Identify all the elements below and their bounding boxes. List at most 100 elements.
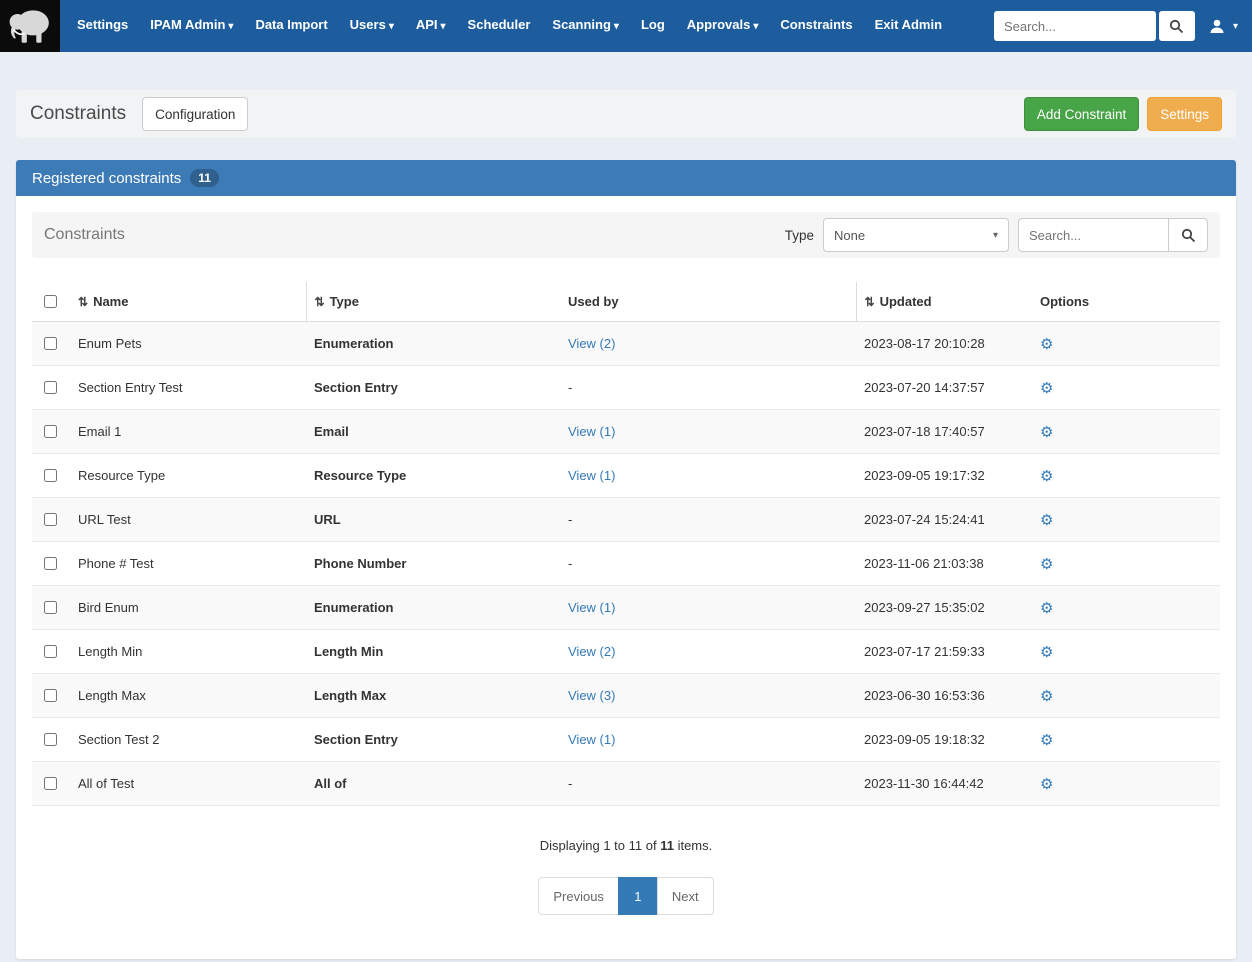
- used-by-link[interactable]: View (1): [568, 468, 615, 483]
- gear-icon[interactable]: ⚙: [1040, 556, 1053, 573]
- constraint-name: Section Test 2: [70, 717, 306, 762]
- pagination-previous[interactable]: Previous: [538, 877, 619, 915]
- constraint-name: All of Test: [70, 761, 306, 806]
- gear-icon[interactable]: ⚙: [1040, 600, 1053, 617]
- constraint-type: Enumeration: [306, 585, 560, 630]
- gear-icon[interactable]: ⚙: [1040, 336, 1053, 353]
- constraint-type: All of: [306, 761, 560, 806]
- nav-item-scheduler[interactable]: Scheduler: [457, 0, 542, 53]
- row-checkbox[interactable]: [44, 513, 57, 526]
- nav-item-ipam-admin[interactable]: IPAM Admin ▾: [139, 0, 244, 53]
- constraint-updated: 2023-07-20 14:37:57: [856, 365, 1032, 410]
- row-checkbox[interactable]: [44, 557, 57, 570]
- nav-item-label: Scheduler: [467, 17, 531, 32]
- constraint-updated: 2023-06-30 16:53:36: [856, 673, 1032, 718]
- search-icon: [1181, 228, 1195, 242]
- row-checkbox[interactable]: [44, 733, 57, 746]
- column-header-name[interactable]: ⇅ Name: [70, 282, 306, 322]
- table-row: Email 1 Email View (1) 2023-07-18 17:40:57 ⚙: [32, 409, 1220, 454]
- nav-item-log[interactable]: Log: [630, 0, 676, 53]
- table-search-input[interactable]: [1018, 218, 1168, 252]
- gear-icon[interactable]: ⚙: [1040, 644, 1053, 661]
- sort-icon: ⇅: [78, 295, 89, 309]
- nav-item-label: Exit Admin: [874, 17, 943, 32]
- row-checkbox[interactable]: [44, 337, 57, 350]
- user-menu[interactable]: ▾: [1209, 18, 1238, 34]
- add-constraint-button[interactable]: Add Constraint: [1023, 97, 1140, 131]
- used-by-link[interactable]: View (1): [568, 732, 615, 747]
- column-header-label: Name: [93, 294, 129, 309]
- gear-icon[interactable]: ⚙: [1040, 380, 1053, 397]
- row-checkbox[interactable]: [44, 689, 57, 702]
- table-row: Length Min Length Min View (2) 2023-07-17 2…: [32, 629, 1220, 674]
- mammoth-logo-icon: [9, 10, 49, 43]
- gear-icon[interactable]: ⚙: [1040, 776, 1053, 793]
- used-by-empty: -: [568, 380, 573, 395]
- used-by-link[interactable]: View (1): [568, 600, 615, 615]
- used-by-link[interactable]: View (2): [568, 336, 615, 351]
- configuration-button[interactable]: Configuration: [142, 97, 249, 131]
- used-by-link[interactable]: View (2): [568, 644, 615, 659]
- gear-icon[interactable]: ⚙: [1040, 732, 1053, 749]
- summary-suffix: items.: [673, 838, 713, 853]
- pagination-page-1[interactable]: 1: [617, 877, 658, 915]
- navbar-right: ▾: [993, 11, 1238, 41]
- nav-item-approvals[interactable]: Approvals ▾: [676, 0, 770, 53]
- row-checkbox[interactable]: [44, 601, 57, 614]
- panel-title: Registered constraints: [32, 169, 182, 187]
- constraint-updated: 2023-09-27 15:35:02: [856, 585, 1032, 630]
- row-checkbox[interactable]: [44, 777, 57, 790]
- panel-body: Constraints Type None ▾ Search... ⇅ Name…: [16, 196, 1236, 959]
- column-header-options: Options: [1032, 282, 1220, 322]
- column-header-updated[interactable]: ⇅ Updated: [855, 282, 1032, 322]
- nav-item-label: Data Import: [255, 17, 328, 32]
- pagination-next[interactable]: Next: [656, 877, 714, 915]
- used-by-link[interactable]: View (3): [568, 688, 615, 703]
- pagination: Previous 1 Next: [32, 877, 1220, 915]
- nav-item-data-import[interactable]: Data Import: [244, 0, 338, 53]
- gear-icon[interactable]: ⚙: [1040, 688, 1053, 705]
- select-all-checkbox[interactable]: [44, 295, 57, 308]
- user-icon: [1210, 19, 1224, 33]
- gear-icon[interactable]: ⚙: [1040, 512, 1053, 529]
- type-label: Type: [784, 227, 814, 243]
- nav-item-label: Approvals: [686, 17, 751, 32]
- table-row: Resource Type Resource Type View (1) 2023-0…: [32, 453, 1220, 498]
- constraint-type: Length Max: [306, 673, 560, 718]
- row-checkbox[interactable]: [44, 425, 57, 438]
- chevron-down-icon: ▾: [228, 21, 234, 32]
- nav-item-constraints[interactable]: Constraints: [769, 0, 863, 53]
- table-row: URL Test URL - 2023-07-24 15:24:41 ⚙: [32, 497, 1220, 542]
- gear-icon[interactable]: ⚙: [1040, 424, 1053, 441]
- nav-item-settings[interactable]: Settings: [66, 0, 139, 53]
- navbar-search-button[interactable]: [1158, 11, 1195, 41]
- row-checkbox[interactable]: [44, 645, 57, 658]
- nav-item-exit-admin[interactable]: Exit Admin: [864, 0, 953, 53]
- type-select[interactable]: None ▾: [823, 218, 1009, 252]
- filter-title: Constraints: [44, 226, 125, 243]
- used-by-link[interactable]: View (1): [568, 424, 615, 439]
- constraint-name: Length Min: [70, 629, 306, 674]
- constraint-name: Phone # Test: [70, 541, 306, 586]
- panel-heading: Registered constraints 11: [16, 160, 1236, 196]
- table-row: Length Max Length Max View (3) 2023-06-30 1…: [32, 673, 1220, 718]
- table-search-button[interactable]: [1168, 218, 1208, 252]
- nav-item-label: API: [415, 17, 438, 32]
- row-checkbox[interactable]: [44, 381, 57, 394]
- chevron-down-icon: ▾: [1232, 20, 1238, 32]
- top-navbar: Settings IPAM Admin ▾ Data Import Users ▾ API ▾…: [0, 0, 1252, 52]
- column-header-label: Used by: [568, 294, 619, 309]
- app-logo[interactable]: [0, 0, 60, 52]
- gear-icon[interactable]: ⚙: [1040, 468, 1053, 485]
- constraint-type: Email: [306, 409, 560, 454]
- nav-item-api[interactable]: API ▾: [405, 0, 457, 53]
- settings-button[interactable]: Settings: [1147, 97, 1222, 131]
- column-header-type[interactable]: ⇅ Type: [305, 282, 560, 322]
- main-nav: Settings IPAM Admin ▾ Data Import Users ▾ API ▾…: [60, 0, 959, 53]
- search-icon: [1170, 19, 1184, 33]
- nav-item-scanning[interactable]: Scanning ▾: [541, 0, 630, 53]
- navbar-search-input[interactable]: [993, 11, 1156, 41]
- row-checkbox[interactable]: [44, 469, 57, 482]
- nav-item-users[interactable]: Users ▾: [339, 0, 405, 53]
- page-header: Constraints Configuration Add Constraint…: [16, 90, 1236, 138]
